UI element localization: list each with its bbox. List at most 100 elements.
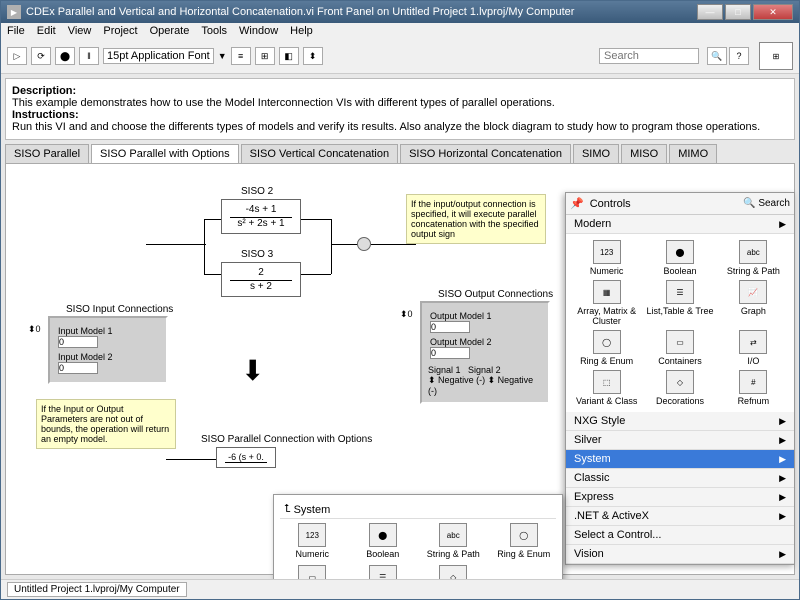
distribute-button[interactable]: ⊞ <box>255 47 275 65</box>
variant-icon: ⬚ <box>593 370 621 394</box>
tab-siso-parallel-options[interactable]: SISO Parallel with Options <box>91 144 239 163</box>
maximize-button[interactable]: □ <box>725 4 751 20</box>
sys-list[interactable]: ☰List,Table & Tree <box>351 565 416 579</box>
input-title: SISO Input Connections <box>66 304 173 315</box>
search-input[interactable] <box>599 48 699 64</box>
input-index-knob[interactable]: ⬍0 <box>28 324 40 336</box>
menu-operate[interactable]: Operate <box>150 25 190 37</box>
app-window: ▶ CDEx Parallel and Vertical and Horizon… <box>0 0 800 600</box>
siso3-label: SISO 3 <box>241 249 273 260</box>
ctrl-boolean[interactable]: ⬤Boolean <box>645 240 714 276</box>
submenu-title: System <box>294 504 331 516</box>
ctrl-io[interactable]: ⇄I/O <box>719 330 788 366</box>
tab-siso-vertical[interactable]: SISO Vertical Concatenation <box>241 144 398 163</box>
tab-miso[interactable]: MISO <box>621 144 667 163</box>
menu-help[interactable]: Help <box>290 25 313 37</box>
back-icon[interactable]: ⮤ <box>284 503 291 516</box>
cat-classic[interactable]: Classic▶ <box>566 469 794 488</box>
menu-edit[interactable]: Edit <box>37 25 56 37</box>
sys-ring[interactable]: ◯Ring & Enum <box>492 523 557 559</box>
cat-dotnet[interactable]: .NET & ActiveX▶ <box>566 507 794 526</box>
help-button[interactable]: ? <box>729 47 749 65</box>
tab-mimo[interactable]: MIMO <box>669 144 717 163</box>
connector-pane-icon[interactable]: ⊞ <box>759 42 793 70</box>
menu-file[interactable]: File <box>7 25 25 37</box>
cat-modern[interactable]: Modern▶ <box>566 215 794 234</box>
sys-boolean[interactable]: ⬤Boolean <box>351 523 416 559</box>
titlebar[interactable]: ▶ CDEx Parallel and Vertical and Horizon… <box>1 1 799 23</box>
ring-icon: ◯ <box>593 330 621 354</box>
menu-window[interactable]: Window <box>239 25 278 37</box>
menu-view[interactable]: View <box>68 25 92 37</box>
output-model1[interactable] <box>430 321 470 333</box>
pin-icon[interactable]: 📌 <box>570 197 584 210</box>
menu-project[interactable]: Project <box>103 25 137 37</box>
minimize-button[interactable]: — <box>697 4 723 20</box>
output-index-knob[interactable]: ⬍0 <box>400 309 412 321</box>
sys-numeric[interactable]: 123Numeric <box>280 523 345 559</box>
ctrl-decorations[interactable]: ◇Decorations <box>645 370 714 406</box>
reorder-button[interactable]: ⬍ <box>303 47 323 65</box>
toolbar: ▷ ⟳ ⬤ ‖ 15pt Application Font ▼ ≡ ⊞ ◧ ⬍ … <box>1 39 799 74</box>
app-icon: ▶ <box>7 5 21 19</box>
sys-containers[interactable]: ▭Containers <box>280 565 345 579</box>
note-bounds: If the Input or Output Parameters are no… <box>36 399 176 449</box>
numeric-icon: 123 <box>298 523 326 547</box>
resize-button[interactable]: ◧ <box>279 47 299 65</box>
font-selector[interactable]: 15pt Application Font <box>103 48 214 64</box>
cat-system[interactable]: System▶ <box>566 450 794 469</box>
abort-button[interactable]: ⬤ <box>55 47 75 65</box>
run-cont-button[interactable]: ⟳ <box>31 47 51 65</box>
decoration-icon: ◇ <box>439 565 467 579</box>
siso2-block: -4s + 1 s² + 2s + 1 <box>221 199 301 234</box>
tab-simo[interactable]: SIMO <box>573 144 619 163</box>
system-submenu: ⮤ System 123Numeric ⬤Boolean abcString &… <box>273 494 563 579</box>
boolean-icon: ⬤ <box>666 240 694 264</box>
cat-nxg[interactable]: NXG Style▶ <box>566 412 794 431</box>
neg2-toggle[interactable]: ⬍ <box>488 375 498 385</box>
ctrl-ring[interactable]: ◯Ring & Enum <box>572 330 641 366</box>
ctrl-refnum[interactable]: #Refnum <box>719 370 788 406</box>
instr-text: Run this VI and and choose the different… <box>12 121 760 133</box>
controls-palette: 📌 Controls 🔍 Search Modern▶ 123Numeric ⬤… <box>565 192 795 565</box>
status-project[interactable]: Untitled Project 1.lvproj/My Computer <box>7 582 187 597</box>
run-button[interactable]: ▷ <box>7 47 27 65</box>
string-icon: abc <box>739 240 767 264</box>
ctrl-array[interactable]: ▦Array, Matrix & Cluster <box>572 280 641 326</box>
desc-text: This example demonstrates how to use the… <box>12 97 555 109</box>
cat-silver[interactable]: Silver▶ <box>566 431 794 450</box>
close-button[interactable]: ✕ <box>753 4 793 20</box>
cat-vision[interactable]: Vision▶ <box>566 545 794 564</box>
tab-siso-horizontal[interactable]: SISO Horizontal Concatenation <box>400 144 571 163</box>
tab-strip: SISO Parallel SISO Parallel with Options… <box>5 144 795 163</box>
align-button[interactable]: ≡ <box>231 47 251 65</box>
sys-string[interactable]: abcString & Path <box>421 523 486 559</box>
cat-express[interactable]: Express▶ <box>566 488 794 507</box>
cat-select[interactable]: Select a Control... <box>566 526 794 545</box>
ctrl-containers[interactable]: ▭Containers <box>645 330 714 366</box>
controls-search[interactable]: 🔍 Search <box>743 198 790 209</box>
siso3-block: 2 s + 2 <box>221 262 301 297</box>
ctrl-graph[interactable]: 📈Graph <box>719 280 788 326</box>
search-go-button[interactable]: 🔍 <box>707 47 727 65</box>
sys-decorations[interactable]: ◇Decorations <box>421 565 486 579</box>
input-model2[interactable] <box>58 362 98 374</box>
pause-button[interactable]: ‖ <box>79 47 99 65</box>
refnum-icon: # <box>739 370 767 394</box>
ctrl-string[interactable]: abcString & Path <box>719 240 788 276</box>
menu-tools[interactable]: Tools <box>201 25 227 37</box>
graph-icon: 📈 <box>739 280 767 304</box>
neg1-toggle[interactable]: ⬍ <box>428 375 438 385</box>
output-model2[interactable] <box>430 347 470 359</box>
tab-siso-parallel[interactable]: SISO Parallel <box>5 144 89 163</box>
ctrl-variant[interactable]: ⬚Variant & Class <box>572 370 641 406</box>
input-model1[interactable] <box>58 336 98 348</box>
sum-node-icon <box>357 237 371 251</box>
ctrl-numeric[interactable]: 123Numeric <box>572 240 641 276</box>
decoration-icon: ◇ <box>666 370 694 394</box>
desc-heading: Description: <box>12 85 76 97</box>
ctrl-list[interactable]: ☰List,Table & Tree <box>645 280 714 326</box>
window-title: CDEx Parallel and Vertical and Horizonta… <box>26 6 574 18</box>
io-icon: ⇄ <box>739 330 767 354</box>
note-io: If the input/output connection is specif… <box>406 194 546 244</box>
